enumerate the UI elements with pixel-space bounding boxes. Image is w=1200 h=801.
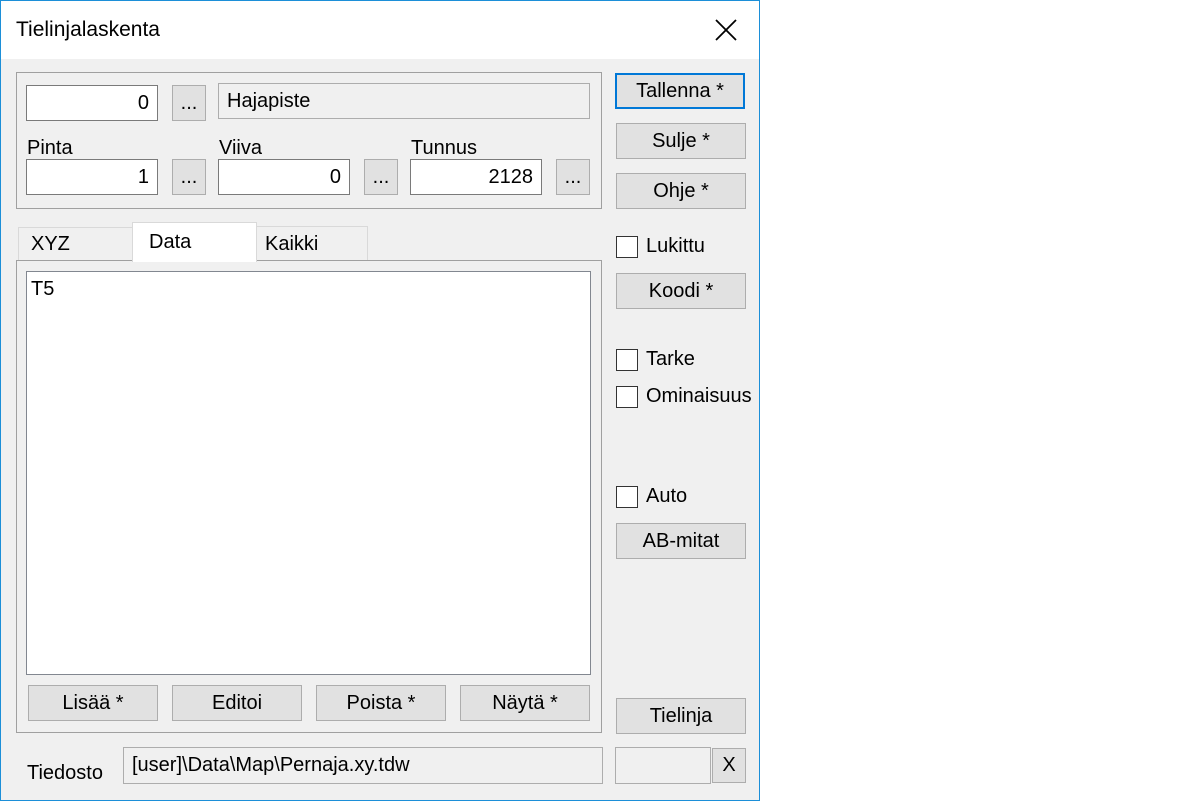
save-button[interactable]: Tallenna *	[615, 73, 745, 109]
file-path-field: [user]\Data\Map\Pernaja.xy.tdw	[123, 747, 603, 784]
tab-xyz-label: XYZ	[31, 233, 70, 255]
point-browse-button[interactable]: ...	[172, 85, 206, 121]
pinta-field[interactable]: 1	[26, 159, 158, 195]
point-number-field[interactable]: 0	[26, 85, 158, 121]
pinta-label: Pinta	[27, 137, 73, 159]
locked-checkbox[interactable]	[616, 235, 638, 258]
point-type-field: Hajapiste	[218, 83, 590, 119]
tunnus-label: Tunnus	[411, 137, 477, 159]
file-extra-field	[615, 747, 711, 784]
dialog-window: Tielinjalaskenta 0 ... Hajapiste Pinta V…	[0, 0, 760, 801]
show-button[interactable]: Näytä *	[460, 685, 590, 721]
pinta-browse-button[interactable]: ...	[172, 159, 206, 195]
close-dialog-button[interactable]: Sulje *	[616, 123, 746, 159]
tarke-checkbox[interactable]	[616, 348, 638, 371]
edit-button[interactable]: Editoi	[172, 685, 302, 721]
tarke-checkbox-row[interactable]: Tarke	[616, 348, 695, 371]
property-checkbox[interactable]	[616, 385, 638, 408]
locked-label: Lukittu	[646, 235, 705, 257]
viiva-field[interactable]: 0	[218, 159, 350, 195]
file-label: Tiedosto	[27, 762, 103, 784]
window-title: Tielinjalaskenta	[16, 18, 160, 41]
tarke-label: Tarke	[646, 348, 695, 370]
tab-xyz[interactable]: XYZ	[18, 227, 133, 261]
auto-checkbox[interactable]	[616, 485, 638, 508]
tab-kaikki[interactable]: Kaikki	[256, 226, 368, 261]
tab-data-label: Data	[149, 231, 192, 253]
viiva-browse-button[interactable]: ...	[364, 159, 398, 195]
clear-file-button[interactable]: X	[712, 748, 746, 783]
tab-kaikki-label: Kaikki	[265, 232, 319, 255]
close-button[interactable]	[701, 8, 751, 52]
viiva-label: Viiva	[219, 137, 262, 159]
auto-checkbox-row[interactable]: Auto	[616, 485, 687, 508]
title-bar: Tielinjalaskenta	[1, 1, 759, 59]
add-button[interactable]: Lisää *	[28, 685, 158, 721]
delete-button[interactable]: Poista *	[316, 685, 446, 721]
list-item[interactable]: T5	[31, 278, 54, 301]
tunnus-field[interactable]: 2128	[410, 159, 542, 195]
property-label: Ominaisuus	[646, 385, 752, 407]
data-list[interactable]: T5	[26, 271, 591, 675]
code-button[interactable]: Koodi *	[616, 273, 746, 309]
property-checkbox-row[interactable]: Ominaisuus	[616, 385, 752, 408]
close-icon	[715, 19, 737, 41]
auto-label: Auto	[646, 485, 688, 507]
road-line-button[interactable]: Tielinja	[616, 698, 746, 734]
ab-dimensions-button[interactable]: AB-mitat	[616, 523, 746, 559]
tab-data[interactable]: Data	[132, 222, 257, 262]
locked-checkbox-row[interactable]: Lukittu	[616, 235, 705, 258]
tunnus-browse-button[interactable]: ...	[556, 159, 590, 195]
help-button[interactable]: Ohje *	[616, 173, 746, 209]
